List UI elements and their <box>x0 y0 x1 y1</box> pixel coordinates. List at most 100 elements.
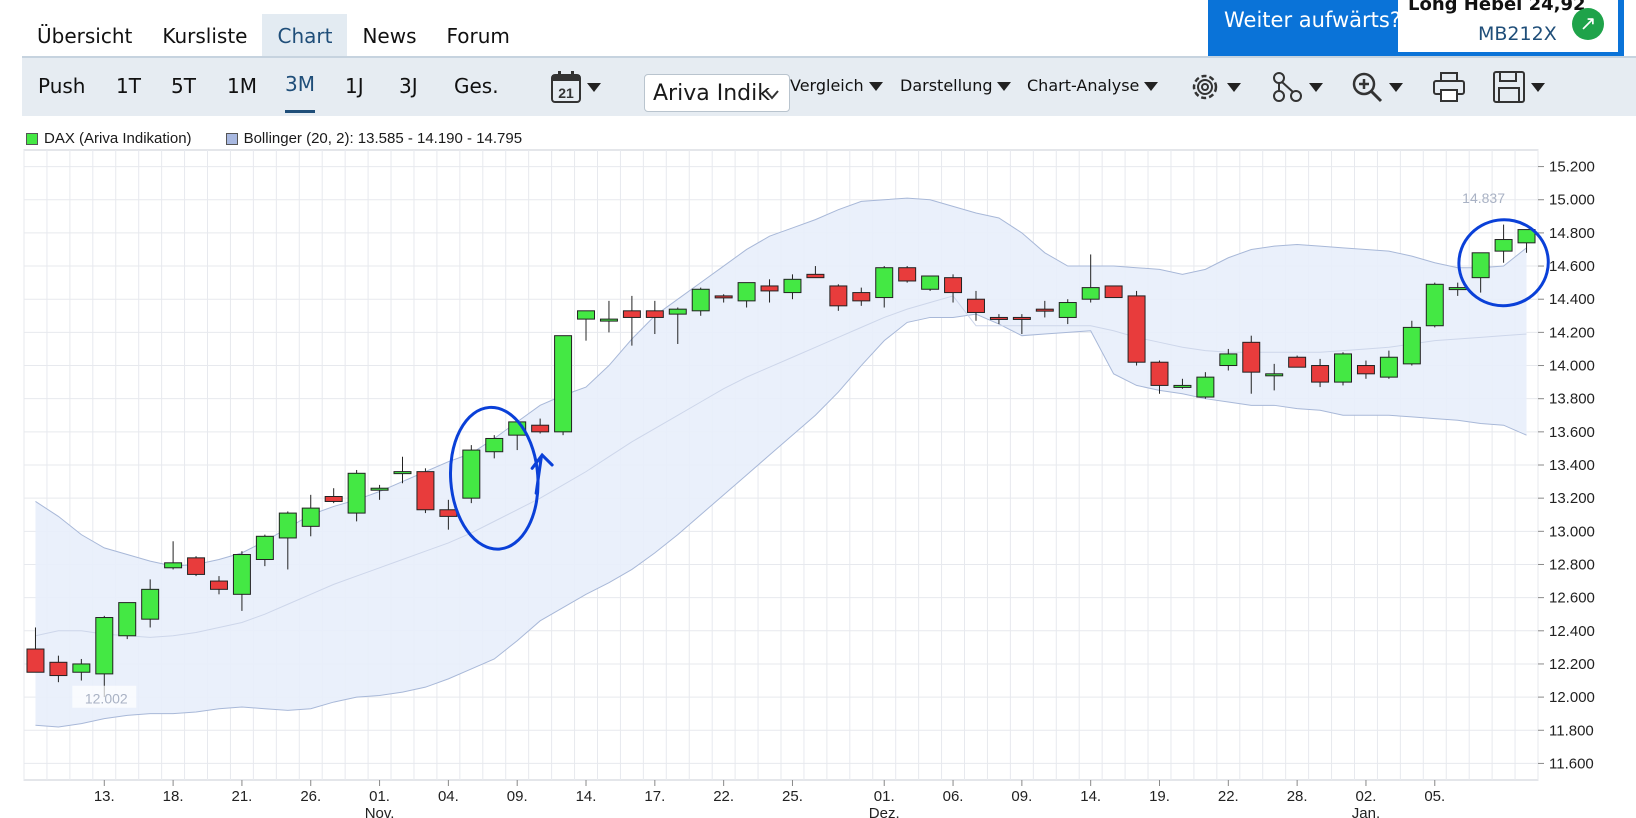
y-tick-label: 13.000 <box>1549 523 1595 540</box>
x-tick-label: 26. <box>300 788 321 805</box>
candle-body <box>141 588 160 620</box>
tab-news[interactable]: News <box>347 14 431 56</box>
candle-body <box>714 295 733 299</box>
candle-body <box>1242 341 1261 373</box>
x-tick-label: 22. <box>713 788 734 805</box>
settings-button[interactable] <box>1188 70 1241 104</box>
zoom-in-icon <box>1352 72 1383 103</box>
settings-icon <box>1192 74 1218 100</box>
tab-overview[interactable]: Übersicht <box>22 14 147 56</box>
candle-body <box>72 663 91 673</box>
menu-display[interactable]: Darstellung <box>900 58 1012 114</box>
caret-down-icon <box>868 82 883 91</box>
candle-body <box>347 472 366 514</box>
promo-text: Weiter aufwärts? <box>1224 8 1401 32</box>
x-tick-label: 17. <box>644 788 665 805</box>
y-tick-label: 13.600 <box>1549 424 1595 441</box>
candle-body <box>783 278 802 294</box>
x-tick-label: 09. <box>1011 788 1032 805</box>
candle-body <box>209 580 228 590</box>
caret-down-icon <box>1227 82 1241 92</box>
save-button[interactable] <box>1492 70 1545 104</box>
arrow-up-right-icon[interactable]: ↗ <box>1572 8 1604 40</box>
caret-down-icon <box>1144 82 1159 91</box>
candle-body <box>691 288 710 312</box>
candle-body <box>1265 373 1284 377</box>
candle-body <box>806 273 825 279</box>
tab-price-list[interactable]: Kursliste <box>147 14 262 56</box>
candle-body <box>1425 283 1444 327</box>
range-push[interactable]: Push <box>38 58 85 114</box>
candle-body <box>852 292 871 302</box>
y-tick-label: 13.200 <box>1549 490 1595 507</box>
candle-body <box>416 471 435 511</box>
x-tick-label: 14. <box>576 788 597 805</box>
y-tick-label: 14.200 <box>1549 324 1595 341</box>
range-1m[interactable]: 1M <box>227 58 257 114</box>
tab-chart[interactable]: Chart <box>262 14 348 56</box>
max-value-label: 14.837 <box>1462 190 1505 206</box>
candle-body <box>668 308 687 315</box>
candle-body <box>370 487 389 491</box>
candle-body <box>1196 376 1215 398</box>
network-icon <box>1273 72 1302 102</box>
x-tick-label: 05. <box>1424 788 1445 805</box>
tab-forum[interactable]: Forum <box>432 14 525 56</box>
range-ges[interactable]: Ges. <box>454 58 499 114</box>
candle-body <box>278 512 297 539</box>
candle-body <box>1012 316 1031 320</box>
chart-legend: DAX (Ariva Indikation) Bollinger (20, 2)… <box>26 130 522 147</box>
x-tick-label: 21. <box>231 788 252 805</box>
y-tick-label: 14.400 <box>1549 291 1595 308</box>
range-1t[interactable]: 1T <box>116 58 141 114</box>
candle-body <box>49 661 68 677</box>
candle-body <box>1471 252 1490 279</box>
candle-body <box>1356 365 1375 375</box>
promo-code: MB212X <box>1478 23 1557 45</box>
candle-body <box>989 316 1008 320</box>
candle-body <box>462 449 481 499</box>
print-button[interactable] <box>1432 70 1466 104</box>
y-tick-label: 15.200 <box>1549 159 1595 176</box>
candle-body <box>1517 229 1536 244</box>
x-tick-month-label: Jan. <box>1352 805 1380 818</box>
source-select[interactable]: Ariva Indik <box>644 74 790 112</box>
calendar-button[interactable]: 21 <box>550 70 601 104</box>
candle-body <box>187 557 206 575</box>
candle-body <box>1402 326 1421 365</box>
promo-product[interactable]: Long Hebel 24,92 MB212X ↗ <box>1398 0 1618 52</box>
x-tick-month-label: Nov. <box>365 805 395 818</box>
candle-body <box>255 535 274 560</box>
menu-chart-analysis[interactable]: Chart-Analyse <box>1027 58 1159 114</box>
candle-body <box>1081 287 1100 300</box>
candle-body <box>1334 353 1353 383</box>
chart-toolbar: Push 1T 5T 1M 3M 1J 3J Ges. 21 Ariva Ind… <box>22 56 1636 116</box>
x-tick-label: 22. <box>1218 788 1239 805</box>
candle-body <box>485 437 504 453</box>
y-tick-label: 12.000 <box>1549 689 1595 706</box>
candle-body <box>1035 308 1054 312</box>
range-3j[interactable]: 3J <box>399 58 418 114</box>
candle-body <box>898 267 917 282</box>
menu-compare[interactable]: Vergleich <box>790 58 883 114</box>
range-5t[interactable]: 5T <box>171 58 196 114</box>
x-tick-label: 09. <box>507 788 528 805</box>
range-3m[interactable]: 3M <box>285 58 315 113</box>
candle-body <box>1058 302 1077 318</box>
candle-body <box>1104 285 1123 299</box>
chevron-down-icon <box>587 82 601 92</box>
candle-body <box>1494 239 1513 252</box>
candle-body <box>1379 356 1398 378</box>
candle-body <box>1311 365 1330 383</box>
zoom-button[interactable] <box>1350 70 1403 104</box>
x-tick-label: 14. <box>1080 788 1101 805</box>
candlestick-chart: 15.20015.00014.80014.60014.40014.20014.0… <box>23 149 1595 818</box>
network-button[interactable] <box>1270 70 1323 104</box>
candle-body <box>1448 287 1467 291</box>
y-tick-label: 12.200 <box>1549 656 1595 673</box>
candle-body <box>554 335 573 433</box>
candle-body <box>95 617 114 675</box>
candle-body <box>393 471 412 475</box>
promo-banner[interactable]: Weiter aufwärts? Long Hebel 24,92 MB212X… <box>1208 0 1624 56</box>
range-1j[interactable]: 1J <box>345 58 364 114</box>
